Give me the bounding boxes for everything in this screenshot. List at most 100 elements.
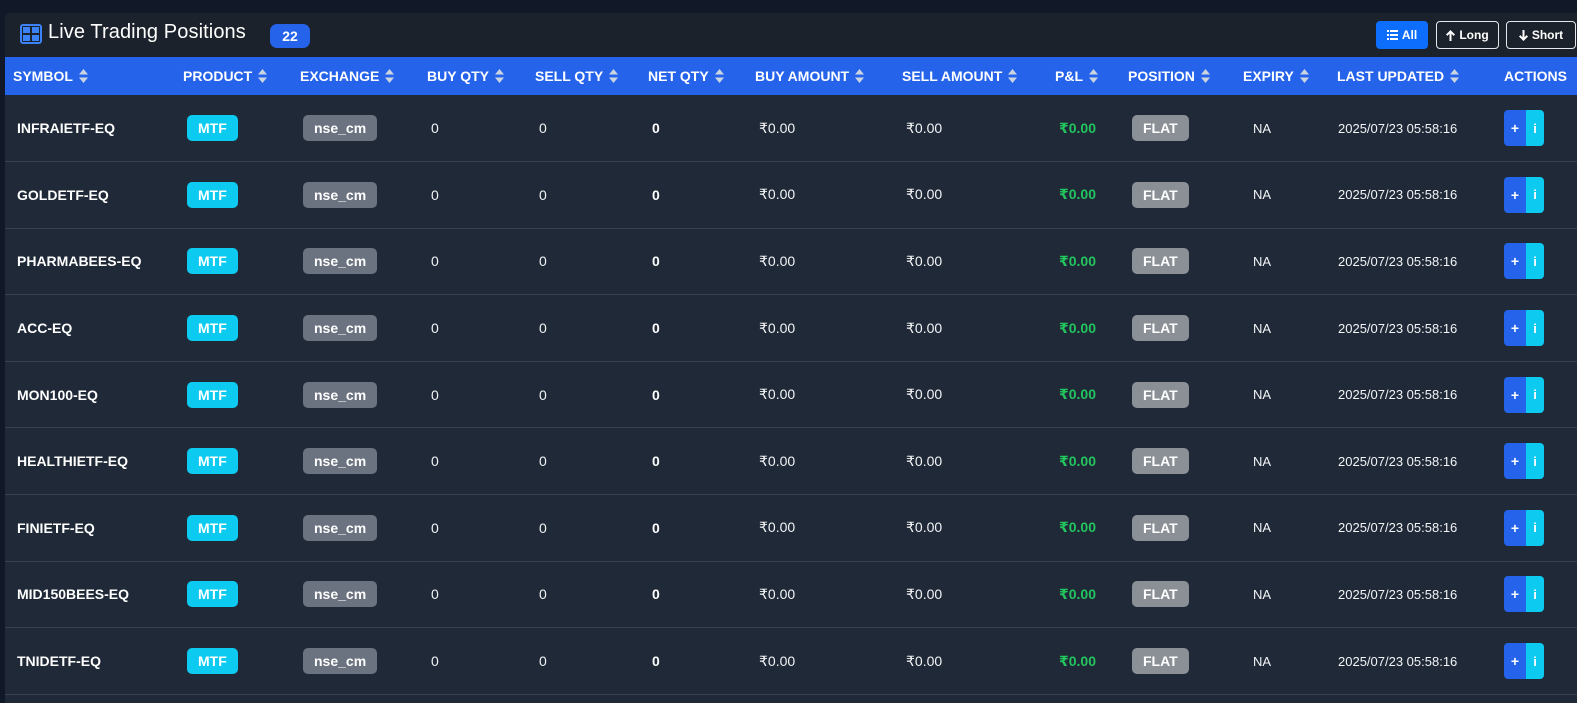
position-cell: FLAT xyxy=(1120,162,1235,229)
column-header-buy-amount[interactable]: BUY AMOUNT xyxy=(747,57,894,95)
filter-all-button[interactable]: All xyxy=(1376,21,1428,49)
sell-qty-cell: 0 xyxy=(539,120,547,137)
last-updated-cell: 2025/07/23 05:58:16 xyxy=(1338,653,1458,669)
expiry-cell: NA xyxy=(1253,387,1272,403)
filter-all-label: All xyxy=(1401,28,1418,42)
exchange-badge: nse_cm xyxy=(303,514,378,541)
net-qty-cell: 0 xyxy=(652,653,660,670)
position-cell: FLAT xyxy=(1120,628,1235,695)
table-row: ACC-EQ MTF nse_cm 0 0 0 ₹0.00 ₹0.00 ₹0.00 FLAT NA 2… xyxy=(5,295,1577,362)
column-header-actions[interactable]: ACTIONS xyxy=(1496,57,1577,95)
sort-icon xyxy=(258,69,268,84)
column-header-label: BUY QTY xyxy=(427,67,489,84)
sell-qty-cell: 0 xyxy=(539,653,547,670)
add-position-button[interactable]: + xyxy=(1504,376,1526,413)
net-qty-cell: 0 xyxy=(652,586,660,603)
list-icon xyxy=(1386,30,1398,40)
pnl-cell: ₹0.00 xyxy=(1059,186,1096,203)
add-position-button[interactable]: + xyxy=(1504,509,1526,546)
expiry-cell: NA xyxy=(1253,653,1272,669)
column-header-buy-qty[interactable]: BUY QTY xyxy=(419,57,527,95)
buy-qty-cell: 0 xyxy=(431,586,439,603)
exchange-badge: nse_cm xyxy=(303,448,378,475)
add-position-button[interactable]: + xyxy=(1504,310,1526,347)
expiry-cell: NA xyxy=(1253,253,1272,269)
positions-table: SYMBOL PRODUCT EXCHANGE BUY QTY SELL QTY NET … xyxy=(5,57,1577,695)
sell-amount-cell: ₹0.00 xyxy=(906,319,943,336)
sort-icon xyxy=(385,69,395,84)
position-cell: FLAT xyxy=(1120,295,1235,362)
add-position-button[interactable]: + xyxy=(1504,176,1526,213)
product-badge: MTF xyxy=(187,448,238,475)
info-button[interactable]: i xyxy=(1526,243,1544,280)
info-button[interactable]: i xyxy=(1526,310,1544,347)
symbol-cell: PHARMABEES-EQ xyxy=(17,253,142,270)
info-button[interactable]: i xyxy=(1526,110,1544,147)
row-actions: + i xyxy=(1504,509,1544,546)
table-row: MID150BEES-EQ MTF nse_cm 0 0 0 ₹0.00 ₹0.00 ₹0.00… xyxy=(5,561,1577,628)
filter-short-button[interactable]: Short xyxy=(1506,21,1576,49)
position-cell: FLAT xyxy=(1120,495,1235,562)
product-badge: MTF xyxy=(187,581,238,608)
exchange-cell: nse_cm xyxy=(292,228,419,295)
expiry-cell: NA xyxy=(1253,320,1272,336)
pnl-cell: ₹0.00 xyxy=(1059,652,1096,669)
expiry-cell: NA xyxy=(1253,453,1272,469)
row-actions: + i xyxy=(1504,243,1544,280)
pnl-cell: ₹0.00 xyxy=(1059,386,1096,403)
column-header-symbol[interactable]: SYMBOL xyxy=(5,57,175,95)
sell-qty-cell: 0 xyxy=(539,586,547,603)
exchange-badge: nse_cm xyxy=(303,115,378,142)
info-button[interactable]: i xyxy=(1526,576,1544,613)
sort-icon xyxy=(609,69,619,84)
actions-cell: + i xyxy=(1496,561,1577,628)
column-header-position[interactable]: POSITION xyxy=(1120,57,1235,95)
add-position-button[interactable]: + xyxy=(1504,443,1526,480)
add-position-button[interactable]: + xyxy=(1504,243,1526,280)
actions-cell: + i xyxy=(1496,162,1577,229)
column-header-label: ACTIONS xyxy=(1504,68,1567,84)
sort-icon xyxy=(78,69,88,84)
table-row: HEALTHIETF-EQ MTF nse_cm 0 0 0 ₹0.00 ₹0.00 ₹0.00… xyxy=(5,428,1577,495)
column-header-sell-amount[interactable]: SELL AMOUNT xyxy=(894,57,1047,95)
add-position-button[interactable]: + xyxy=(1504,110,1526,147)
column-header-expiry[interactable]: EXPIRY xyxy=(1235,57,1329,95)
row-actions: + i xyxy=(1504,110,1544,147)
add-position-button[interactable]: + xyxy=(1504,643,1526,680)
column-header-net-qty[interactable]: NET QTY xyxy=(640,57,747,95)
info-button[interactable]: i xyxy=(1526,443,1544,480)
position-count-badge: 22 xyxy=(270,24,310,48)
add-position-button[interactable]: + xyxy=(1504,576,1526,613)
product-cell: MTF xyxy=(175,295,292,362)
row-actions: + i xyxy=(1504,576,1544,613)
column-header-last-updated[interactable]: LAST UPDATED xyxy=(1329,57,1496,95)
table-row: TNIDETF-EQ MTF nse_cm 0 0 0 ₹0.00 ₹0.00 ₹0.00 FLA… xyxy=(5,628,1577,695)
buy-amount-cell: ₹0.00 xyxy=(759,319,796,336)
actions-cell: + i xyxy=(1496,628,1577,695)
info-button[interactable]: i xyxy=(1526,376,1544,413)
info-button[interactable]: i xyxy=(1526,643,1544,680)
position-cell: FLAT xyxy=(1120,95,1235,162)
symbol-cell: FINIETF-EQ xyxy=(17,519,95,536)
position-badge: FLAT xyxy=(1132,648,1189,675)
product-badge: MTF xyxy=(187,115,238,142)
product-badge: MTF xyxy=(187,315,238,342)
column-header-sell-qty[interactable]: SELL QTY xyxy=(527,57,640,95)
sell-amount-cell: ₹0.00 xyxy=(906,452,943,469)
column-header-p-l[interactable]: P&L xyxy=(1047,57,1120,95)
info-button[interactable]: i xyxy=(1526,509,1544,546)
exchange-cell: nse_cm xyxy=(292,561,419,628)
last-updated-cell: 2025/07/23 05:58:16 xyxy=(1338,586,1458,602)
column-header-product[interactable]: PRODUCT xyxy=(175,57,292,95)
filter-long-button[interactable]: Long xyxy=(1436,21,1499,49)
sell-qty-cell: 0 xyxy=(539,453,547,470)
exchange-cell: nse_cm xyxy=(292,162,419,229)
position-badge: FLAT xyxy=(1132,115,1189,142)
exchange-badge: nse_cm xyxy=(303,248,378,275)
pnl-cell: ₹0.00 xyxy=(1059,252,1096,269)
info-button[interactable]: i xyxy=(1526,176,1544,213)
pnl-cell: ₹0.00 xyxy=(1059,319,1096,336)
column-header-exchange[interactable]: EXCHANGE xyxy=(292,57,419,95)
sell-qty-cell: 0 xyxy=(539,519,547,536)
net-qty-cell: 0 xyxy=(652,519,660,536)
